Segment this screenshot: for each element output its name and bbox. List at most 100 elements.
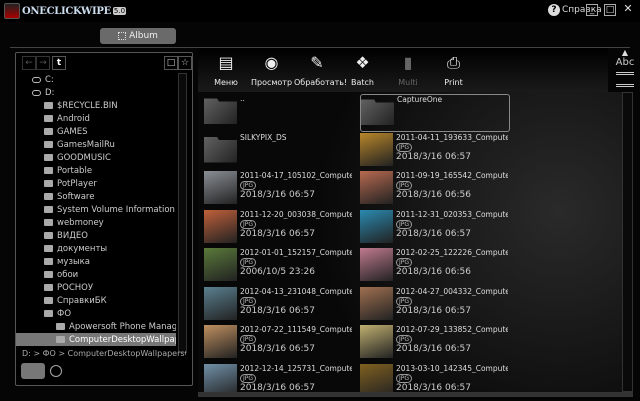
breadcrumb: D: > ФО > ComputerDesktopWallpapersColle… <box>22 349 186 358</box>
tree-item[interactable]: ФО <box>16 307 176 320</box>
tree-item[interactable]: РОСНОУ <box>16 281 176 294</box>
tree-item-label: Apowersoft Phone Manager PRO 2.7 <box>69 321 176 332</box>
file-type-badge: JPG <box>240 219 257 229</box>
app-version: 5.0 <box>112 7 127 15</box>
thumbnail <box>360 248 393 281</box>
image-item[interactable]: 2012-07-22_111549_ComputerDes...JPG2018/… <box>204 325 354 361</box>
tree-item[interactable]: Portable <box>16 164 176 177</box>
new-folder-button[interactable]: □ <box>164 56 178 70</box>
tree-item-label: обои <box>57 269 79 280</box>
minimize-button[interactable]: _ <box>586 4 598 16</box>
sort-by-name-button[interactable]: Abc <box>610 57 640 68</box>
file-type-badge: JPG <box>396 219 413 229</box>
tree-item[interactable]: Android <box>16 112 176 125</box>
folder-icon <box>44 310 53 317</box>
tree-item-label: $RECYCLE.BIN <box>57 100 118 111</box>
tree-item[interactable]: обои <box>16 268 176 281</box>
folder-item[interactable]: .. <box>204 94 354 130</box>
sort-up-icon[interactable]: ▲ <box>610 48 640 57</box>
item-name: 2011-12-20_003038_ComputerDes... <box>240 209 352 219</box>
item-name: 2013-03-10_142345_ComputerDes... <box>396 363 508 373</box>
item-name: 2011-12-31_020353_ComputerDes... <box>396 209 508 219</box>
title-bar: ONECLICKWIPE 5.0 ? Справка _ □ ✕ <box>0 0 640 22</box>
tree-item[interactable]: документы <box>16 242 176 255</box>
file-type-badge: JPG <box>396 296 413 306</box>
tab-album[interactable]: Album <box>100 28 176 44</box>
forward-button[interactable]: → <box>36 56 50 70</box>
favorites-button[interactable]: ☆ <box>178 56 192 70</box>
item-date: 2018/3/16 06:57 <box>396 305 471 316</box>
tree-item[interactable]: GOODMUSIC <box>16 151 176 164</box>
folder-item[interactable]: SILKYPIX_DS <box>204 133 354 169</box>
back-button[interactable]: ← <box>22 56 36 70</box>
toolbar-button[interactable]: ❖ Batch <box>340 52 386 87</box>
toolbar: ▤ Меню ◉ Просмотр ✎ Обработать! ❖ Batch ▮ Multi ⎙ P… <box>198 48 608 92</box>
tree-item[interactable]: GamesMailRu <box>16 138 176 151</box>
wand-icon: ✎ <box>310 53 324 72</box>
toolbar-button[interactable]: ◉ Просмотр <box>249 52 295 87</box>
image-item[interactable]: 2011-09-19_165542_ComputerDes...JPG2018/… <box>360 171 510 207</box>
toolbar-label: Multi <box>398 78 418 87</box>
toolbar-button[interactable]: ▮ Multi <box>385 52 431 87</box>
tree-scrollbar[interactable] <box>178 73 187 353</box>
tree-item-label: Android <box>57 113 90 124</box>
file-type-badge: JPG <box>240 296 257 306</box>
toolbar-button[interactable]: ✎ Обработать! <box>294 52 347 87</box>
search-icon[interactable] <box>50 365 62 377</box>
image-item[interactable]: 2011-04-17_105102_ComputerDes...JPG2018/… <box>204 171 354 207</box>
logo-icon <box>4 3 20 19</box>
folder-item[interactable]: CaptureOne <box>360 94 510 132</box>
folder-icon <box>44 115 53 122</box>
tree-item[interactable]: webmoney <box>16 216 176 229</box>
item-date: 2018/3/16 06:57 <box>396 151 471 162</box>
multi-icon: ▮ <box>403 53 413 72</box>
image-item[interactable]: 2012-04-27_004332_ComputerDes...JPG2018/… <box>360 286 510 323</box>
image-item[interactable]: 2011-12-31_020353_ComputerDes...JPG2018/… <box>360 209 510 246</box>
tree-item[interactable]: $RECYCLE.BIN <box>16 99 176 112</box>
item-name: .. <box>240 94 245 103</box>
image-item[interactable]: 2013-03-10_142345_ComputerDes...JPG2018/… <box>360 363 510 392</box>
item-name: 2012-07-29_133852_ComputerDes... <box>396 325 508 334</box>
thumbnail <box>204 286 237 320</box>
thumbnail <box>360 171 393 204</box>
image-item[interactable]: 2012-04-13_231048_ComputerDes...JPG2018/… <box>204 286 354 323</box>
toolbar-button[interactable]: ⎙ Print <box>431 52 477 87</box>
toolbar-button[interactable]: ▤ Меню <box>203 52 249 87</box>
tree-item-label: документы <box>57 243 108 254</box>
tree-item-label: GAMES <box>57 126 88 137</box>
folder-view-button[interactable] <box>21 363 45 379</box>
content-scrollbar[interactable] <box>622 92 633 392</box>
item-name: 2011-09-19_165542_ComputerDes... <box>396 171 508 180</box>
close-button[interactable]: ✕ <box>622 3 634 16</box>
app-title: ONECLICKWIPE <box>22 5 111 17</box>
folder-icon <box>44 297 53 304</box>
up-folder-button[interactable]: t <box>52 56 66 70</box>
tree-item[interactable]: СправкиБК <box>16 294 176 307</box>
image-item[interactable]: 2012-12-14_125731_ComputerDes...JPG2018/… <box>204 363 354 392</box>
tree-item[interactable]: ComputerDesktopWallpapersCollection <box>16 333 176 346</box>
tree-item[interactable]: Apowersoft Phone Manager PRO 2.7 <box>16 320 176 333</box>
image-item[interactable]: 2012-01-01_152157_ComputerDes...JPG2006/… <box>204 248 354 284</box>
item-name: 2011-04-11_193633_ComputerDes... <box>396 132 508 142</box>
image-item[interactable]: 2011-04-11_193633_ComputerDes...JPG2018/… <box>360 132 510 169</box>
tree-item[interactable]: C: <box>16 73 176 86</box>
tree-item-label: webmoney <box>57 217 104 228</box>
tree-item[interactable]: GAMES <box>16 125 176 138</box>
folder-tree: C: D: $RECYCLE.BIN Android GAMES GamesMailRu G… <box>16 73 178 349</box>
image-item[interactable]: 2011-12-20_003038_ComputerDes...JPG2018/… <box>204 209 354 246</box>
tree-item[interactable]: музыка <box>16 255 176 268</box>
list-view-icon[interactable] <box>616 72 634 87</box>
image-item[interactable]: 2012-02-25_122226_ComputerDes...JPG2018/… <box>360 248 510 284</box>
file-type-badge: JPG <box>396 258 413 267</box>
tree-item[interactable]: PotPlayer <box>16 177 176 190</box>
thumbnail <box>360 363 393 392</box>
tree-item[interactable]: Software <box>16 190 176 203</box>
tree-item[interactable]: System Volume Information <box>16 203 176 216</box>
tree-item[interactable]: ВИДЕО <box>16 229 176 242</box>
item-name: 2012-12-14_125731_ComputerDes... <box>240 363 352 373</box>
maximize-button[interactable]: □ <box>604 4 616 16</box>
tree-item[interactable]: D: <box>16 86 176 99</box>
image-item[interactable]: 2012-07-29_133852_ComputerDes...JPG2018/… <box>360 325 510 361</box>
tree-item-label: Software <box>57 191 95 202</box>
tree-item-label: GOODMUSIC <box>57 152 111 163</box>
